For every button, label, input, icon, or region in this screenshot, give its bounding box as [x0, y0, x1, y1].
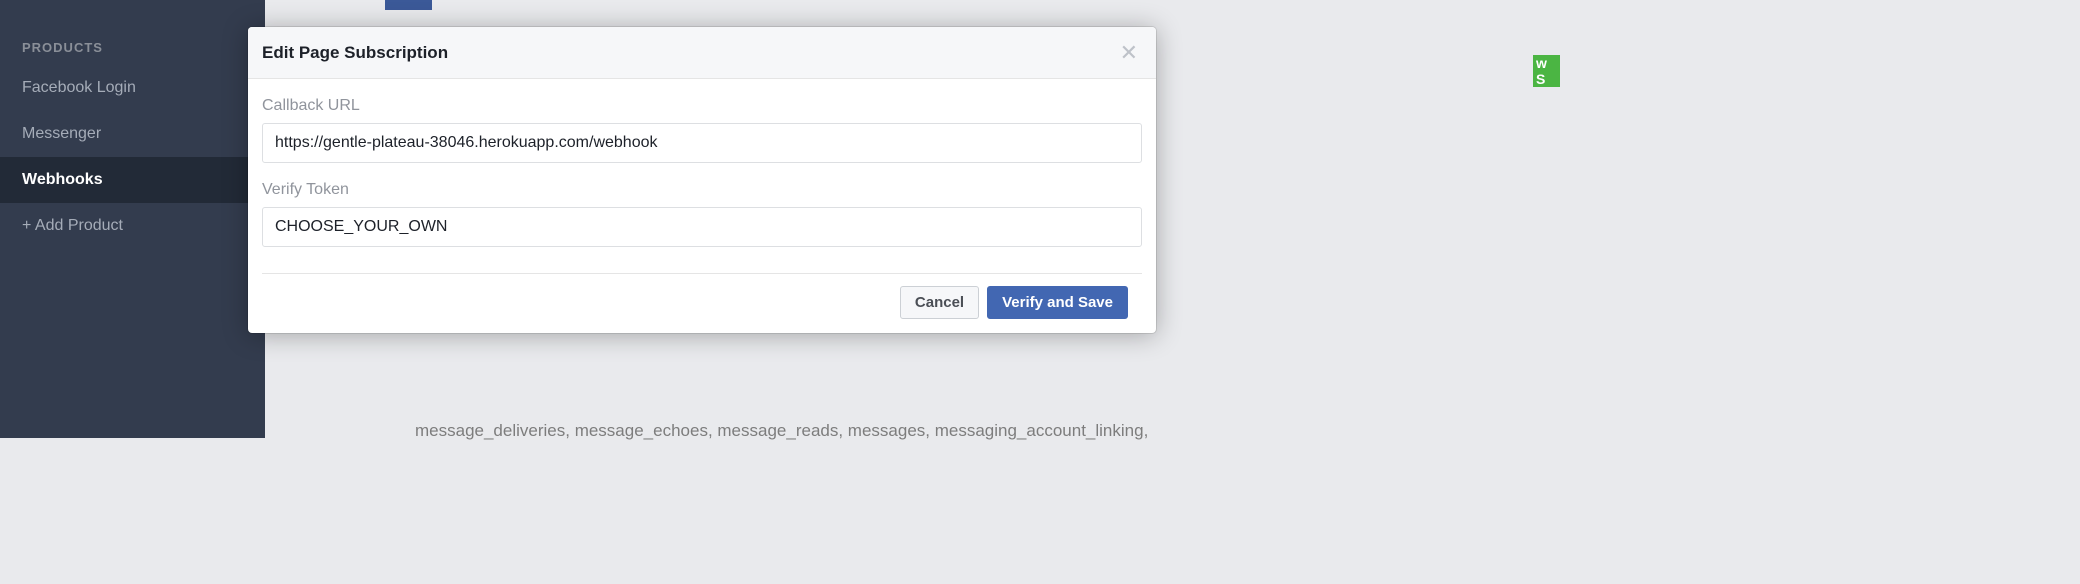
edit-page-subscription-modal: Edit Page Subscription ✕ Callback URL Ve…: [248, 27, 1156, 333]
webhook-events-text: message_deliveries, message_echoes, mess…: [415, 421, 1148, 441]
sidebar-item-facebook-login[interactable]: Facebook Login: [0, 65, 265, 111]
verify-token-input[interactable]: [262, 207, 1142, 247]
callback-url-group: Callback URL: [262, 97, 1142, 163]
modal-title: Edit Page Subscription: [262, 43, 448, 63]
sidebar-item-label: + Add Product: [22, 217, 123, 234]
sidebar-item-label: Messenger: [22, 125, 101, 142]
callback-url-label: Callback URL: [262, 97, 1142, 115]
banner-icon: [385, 0, 432, 10]
verify-token-label: Verify Token: [262, 181, 1142, 199]
sidebar-heading: PRODUCTS: [0, 30, 265, 65]
modal-header: Edit Page Subscription ✕: [248, 27, 1156, 79]
verify-token-group: Verify Token: [262, 181, 1142, 247]
sidebar-item-add-product[interactable]: + Add Product: [0, 203, 265, 249]
sidebar-item-webhooks[interactable]: Webhooks: [0, 157, 265, 203]
close-icon[interactable]: ✕: [1120, 42, 1138, 64]
verify-and-save-button[interactable]: Verify and Save: [987, 286, 1128, 319]
modal-body: Callback URL Verify Token: [248, 79, 1156, 273]
modal-footer: Cancel Verify and Save: [262, 273, 1142, 333]
sidebar-item-messenger[interactable]: Messenger: [0, 111, 265, 157]
callback-url-input[interactable]: [262, 123, 1142, 163]
partial-green-button[interactable]: w S: [1533, 55, 1560, 87]
sidebar: PRODUCTS Facebook Login Messenger Webhoo…: [0, 0, 265, 438]
sidebar-item-label: Webhooks: [22, 171, 103, 188]
cancel-button[interactable]: Cancel: [900, 286, 979, 319]
sidebar-item-label: Facebook Login: [22, 79, 136, 96]
